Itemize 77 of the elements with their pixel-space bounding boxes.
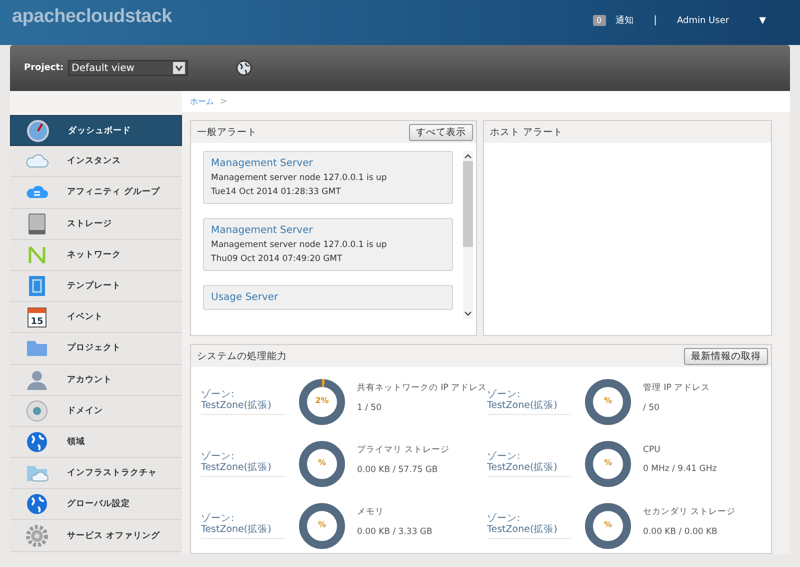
capacity-value: / 50	[643, 402, 660, 412]
user-menu[interactable]: Admin User	[677, 16, 730, 26]
calendar-icon: 15	[25, 305, 49, 330]
sidebar-item[interactable]: プロジェクト	[10, 333, 182, 364]
view-all-button[interactable]: すべて表示	[409, 124, 473, 140]
scroll-down-icon[interactable]	[464, 311, 472, 317]
usage-percent: %	[603, 396, 614, 405]
zone-link[interactable]: TestZone(拡張)	[201, 462, 285, 473]
panel-title: システムの処理能力	[197, 350, 287, 362]
gear-icon	[25, 524, 49, 548]
sidebar-item[interactable]: ストレージ	[10, 208, 182, 240]
zone-label: ゾーン:	[201, 389, 236, 400]
capacity-name: セカンダリ ストレージ	[643, 506, 736, 518]
sidebar-item[interactable]: グローバル設定	[10, 489, 182, 520]
zone-link[interactable]: TestZone(拡張)	[201, 400, 285, 411]
zone-label: ゾーン:	[487, 389, 522, 400]
sidebar-item[interactable]: テンプレート	[10, 270, 182, 302]
sidebar-item[interactable]: ダッシュボード	[10, 115, 182, 146]
scrollbar[interactable]	[463, 151, 473, 319]
sidebar-item[interactable]: 領域	[10, 426, 182, 458]
zone-label: ゾーン:	[487, 451, 522, 462]
globe-icon	[25, 492, 49, 516]
zone-link[interactable]: TestZone(拡張)	[201, 524, 285, 535]
project-label: Project:	[24, 63, 64, 73]
capacity-name: 管理 IP アドレス	[643, 382, 710, 394]
zone-link[interactable]: TestZone(拡張)	[487, 462, 572, 473]
capacity-name: CPU	[643, 444, 662, 454]
scroll-up-icon[interactable]	[464, 153, 472, 159]
zone-label: ゾーン:	[487, 513, 522, 524]
logo: apachecloudstack	[12, 6, 172, 28]
caret-icon[interactable]	[172, 62, 185, 74]
usage-percent: %	[603, 458, 614, 467]
globe-icon	[25, 430, 49, 454]
usage-percent: %	[316, 520, 327, 529]
breadcrumb-link[interactable]: ホーム	[190, 96, 214, 107]
sidebar-item[interactable]: アフィニティ グループ	[10, 177, 182, 209]
zone-label: ゾーン:	[201, 451, 236, 462]
capacity-name: メモリ	[357, 506, 385, 518]
alert-time: Thu09 Oct 2014 07:49:20 GMT	[211, 254, 344, 264]
sidebar-item[interactable]: 15 イベント	[10, 302, 182, 334]
refresh-button[interactable]: 最新情報の取得	[684, 348, 768, 364]
project-select[interactable]: Default view	[68, 60, 188, 76]
sidebar-item[interactable]: サービス オファリング	[10, 520, 182, 552]
sidebar-item[interactable]: アカウント	[10, 364, 182, 396]
capacity-value: 0.00 KB / 0.00 KB	[643, 526, 718, 536]
caret-icon[interactable]: ▼	[759, 16, 766, 26]
usage-percent: %	[316, 458, 327, 467]
alert-title[interactable]: Management Server	[211, 158, 445, 169]
capacity-name: プライマリ ストレージ	[357, 444, 450, 456]
notifications-link[interactable]: 通知	[616, 14, 634, 27]
capacity-value: 0 MHz / 9.41 GHz	[643, 464, 717, 474]
alert-message: Management server node 127.0.0.1 is up	[211, 240, 388, 250]
sidebar-item[interactable]: インスタンス	[10, 146, 182, 178]
gauge-icon	[26, 118, 50, 143]
alert-title[interactable]: Usage Server	[211, 292, 445, 303]
usage-percent: %	[603, 520, 614, 529]
disc-icon	[25, 398, 49, 423]
capacity-value: 1 / 50	[357, 402, 382, 412]
panel-title: 一般アラート	[197, 126, 257, 138]
zone-label: ゾーン:	[201, 513, 236, 524]
sidebar-item[interactable]: ドメイン	[10, 396, 182, 427]
capacity-value: 0.00 KB / 57.75 GB	[357, 464, 439, 474]
capacity-name: 共有ネットワークの IP アドレス	[357, 382, 488, 394]
alert-title[interactable]: Management Server	[211, 225, 445, 236]
separator: |	[654, 15, 658, 26]
sidebar-item[interactable]: ネットワーク	[10, 240, 182, 271]
usage-percent: 2%	[314, 396, 330, 405]
zone-link[interactable]: TestZone(拡張)	[487, 400, 572, 411]
panel-title: ホスト アラート	[490, 126, 564, 138]
globe-icon[interactable]	[236, 60, 252, 76]
alert-time: Tue14 Oct 2014 01:28:33 GMT	[211, 187, 342, 197]
alert-message: Management server node 127.0.0.1 is up	[211, 173, 388, 183]
breadcrumb-separator: >	[220, 96, 228, 106]
sidebar-item[interactable]: インフラストラクチャ	[10, 458, 182, 490]
zone-link[interactable]: TestZone(拡張)	[487, 524, 572, 535]
notification-count: 0	[592, 15, 606, 26]
capacity-value: 0.00 KB / 3.33 GB	[357, 526, 432, 536]
